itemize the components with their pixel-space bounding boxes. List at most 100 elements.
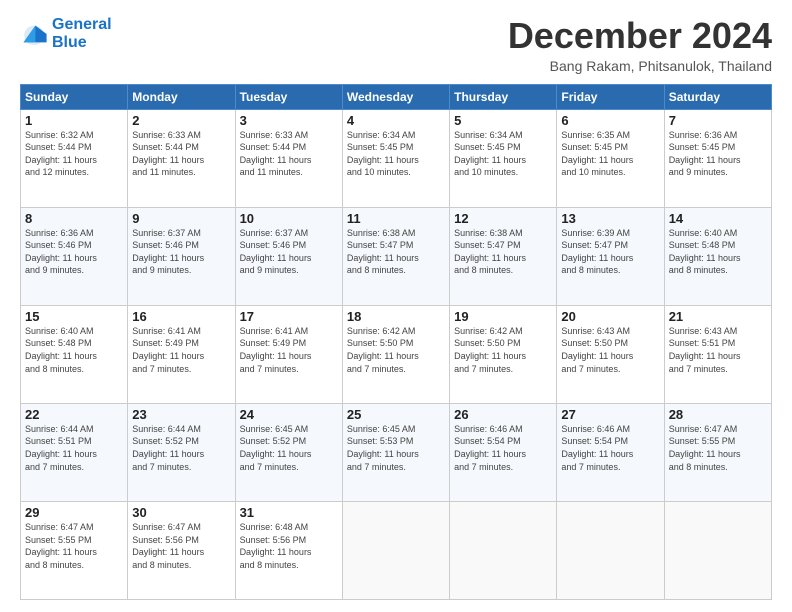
calendar-day-cell: 17Sunrise: 6:41 AMSunset: 5:49 PMDayligh…	[235, 305, 342, 403]
day-number: 13	[561, 211, 659, 226]
day-number: 17	[240, 309, 338, 324]
day-info: Sunrise: 6:41 AMSunset: 5:49 PMDaylight:…	[132, 325, 230, 375]
calendar-day-cell	[342, 501, 449, 599]
calendar-day-cell: 29Sunrise: 6:47 AMSunset: 5:55 PMDayligh…	[21, 501, 128, 599]
calendar-week-row: 22Sunrise: 6:44 AMSunset: 5:51 PMDayligh…	[21, 403, 772, 501]
day-number: 8	[25, 211, 123, 226]
logo-icon	[20, 20, 48, 48]
day-number: 30	[132, 505, 230, 520]
day-number: 19	[454, 309, 552, 324]
calendar-table: SundayMondayTuesdayWednesdayThursdayFrid…	[20, 84, 772, 600]
day-info: Sunrise: 6:43 AMSunset: 5:50 PMDaylight:…	[561, 325, 659, 375]
day-info: Sunrise: 6:47 AMSunset: 5:55 PMDaylight:…	[25, 521, 123, 571]
day-number: 15	[25, 309, 123, 324]
calendar-day-cell: 5Sunrise: 6:34 AMSunset: 5:45 PMDaylight…	[450, 109, 557, 207]
day-number: 6	[561, 113, 659, 128]
day-number: 1	[25, 113, 123, 128]
day-number: 27	[561, 407, 659, 422]
day-number: 5	[454, 113, 552, 128]
calendar-day-cell: 28Sunrise: 6:47 AMSunset: 5:55 PMDayligh…	[664, 403, 771, 501]
day-number: 4	[347, 113, 445, 128]
calendar-day-cell: 4Sunrise: 6:34 AMSunset: 5:45 PMDaylight…	[342, 109, 449, 207]
calendar-day-cell: 31Sunrise: 6:48 AMSunset: 5:56 PMDayligh…	[235, 501, 342, 599]
day-number: 18	[347, 309, 445, 324]
calendar-day-cell: 12Sunrise: 6:38 AMSunset: 5:47 PMDayligh…	[450, 207, 557, 305]
day-number: 2	[132, 113, 230, 128]
day-info: Sunrise: 6:34 AMSunset: 5:45 PMDaylight:…	[347, 129, 445, 179]
day-info: Sunrise: 6:38 AMSunset: 5:47 PMDaylight:…	[454, 227, 552, 277]
day-info: Sunrise: 6:36 AMSunset: 5:45 PMDaylight:…	[669, 129, 767, 179]
calendar-week-row: 29Sunrise: 6:47 AMSunset: 5:55 PMDayligh…	[21, 501, 772, 599]
calendar-day-cell: 9Sunrise: 6:37 AMSunset: 5:46 PMDaylight…	[128, 207, 235, 305]
day-info: Sunrise: 6:34 AMSunset: 5:45 PMDaylight:…	[454, 129, 552, 179]
calendar-day-cell: 25Sunrise: 6:45 AMSunset: 5:53 PMDayligh…	[342, 403, 449, 501]
calendar-day-cell: 11Sunrise: 6:38 AMSunset: 5:47 PMDayligh…	[342, 207, 449, 305]
calendar-day-cell: 16Sunrise: 6:41 AMSunset: 5:49 PMDayligh…	[128, 305, 235, 403]
day-info: Sunrise: 6:42 AMSunset: 5:50 PMDaylight:…	[454, 325, 552, 375]
day-info: Sunrise: 6:40 AMSunset: 5:48 PMDaylight:…	[25, 325, 123, 375]
day-info: Sunrise: 6:37 AMSunset: 5:46 PMDaylight:…	[132, 227, 230, 277]
day-number: 11	[347, 211, 445, 226]
calendar-day-cell: 8Sunrise: 6:36 AMSunset: 5:46 PMDaylight…	[21, 207, 128, 305]
calendar-week-row: 1Sunrise: 6:32 AMSunset: 5:44 PMDaylight…	[21, 109, 772, 207]
day-info: Sunrise: 6:38 AMSunset: 5:47 PMDaylight:…	[347, 227, 445, 277]
calendar-day-cell: 18Sunrise: 6:42 AMSunset: 5:50 PMDayligh…	[342, 305, 449, 403]
day-number: 20	[561, 309, 659, 324]
day-number: 7	[669, 113, 767, 128]
day-info: Sunrise: 6:39 AMSunset: 5:47 PMDaylight:…	[561, 227, 659, 277]
calendar-day-header: Tuesday	[235, 84, 342, 109]
day-info: Sunrise: 6:45 AMSunset: 5:52 PMDaylight:…	[240, 423, 338, 473]
day-number: 26	[454, 407, 552, 422]
title-block: December 2024 Bang Rakam, Phitsanulok, T…	[508, 16, 772, 74]
day-number: 9	[132, 211, 230, 226]
logo-text: General Blue	[52, 16, 112, 52]
day-info: Sunrise: 6:44 AMSunset: 5:52 PMDaylight:…	[132, 423, 230, 473]
calendar-day-header: Thursday	[450, 84, 557, 109]
calendar-day-cell: 7Sunrise: 6:36 AMSunset: 5:45 PMDaylight…	[664, 109, 771, 207]
page: General Blue December 2024 Bang Rakam, P…	[0, 0, 792, 612]
day-number: 14	[669, 211, 767, 226]
day-info: Sunrise: 6:46 AMSunset: 5:54 PMDaylight:…	[561, 423, 659, 473]
day-info: Sunrise: 6:33 AMSunset: 5:44 PMDaylight:…	[132, 129, 230, 179]
calendar-day-cell: 26Sunrise: 6:46 AMSunset: 5:54 PMDayligh…	[450, 403, 557, 501]
day-info: Sunrise: 6:47 AMSunset: 5:55 PMDaylight:…	[669, 423, 767, 473]
calendar-day-cell: 23Sunrise: 6:44 AMSunset: 5:52 PMDayligh…	[128, 403, 235, 501]
calendar-day-cell	[557, 501, 664, 599]
day-info: Sunrise: 6:42 AMSunset: 5:50 PMDaylight:…	[347, 325, 445, 375]
day-info: Sunrise: 6:41 AMSunset: 5:49 PMDaylight:…	[240, 325, 338, 375]
calendar-day-cell: 2Sunrise: 6:33 AMSunset: 5:44 PMDaylight…	[128, 109, 235, 207]
calendar-day-cell	[450, 501, 557, 599]
calendar-day-cell: 24Sunrise: 6:45 AMSunset: 5:52 PMDayligh…	[235, 403, 342, 501]
day-info: Sunrise: 6:45 AMSunset: 5:53 PMDaylight:…	[347, 423, 445, 473]
calendar-day-header: Friday	[557, 84, 664, 109]
location: Bang Rakam, Phitsanulok, Thailand	[508, 58, 772, 74]
calendar-day-cell: 14Sunrise: 6:40 AMSunset: 5:48 PMDayligh…	[664, 207, 771, 305]
day-number: 25	[347, 407, 445, 422]
day-info: Sunrise: 6:35 AMSunset: 5:45 PMDaylight:…	[561, 129, 659, 179]
header: General Blue December 2024 Bang Rakam, P…	[20, 16, 772, 74]
calendar-day-header: Wednesday	[342, 84, 449, 109]
calendar-day-cell: 1Sunrise: 6:32 AMSunset: 5:44 PMDaylight…	[21, 109, 128, 207]
logo: General Blue	[20, 16, 112, 52]
calendar-day-header: Sunday	[21, 84, 128, 109]
calendar-day-cell: 21Sunrise: 6:43 AMSunset: 5:51 PMDayligh…	[664, 305, 771, 403]
day-info: Sunrise: 6:36 AMSunset: 5:46 PMDaylight:…	[25, 227, 123, 277]
calendar-day-cell: 30Sunrise: 6:47 AMSunset: 5:56 PMDayligh…	[128, 501, 235, 599]
calendar-week-row: 8Sunrise: 6:36 AMSunset: 5:46 PMDaylight…	[21, 207, 772, 305]
day-info: Sunrise: 6:43 AMSunset: 5:51 PMDaylight:…	[669, 325, 767, 375]
day-info: Sunrise: 6:47 AMSunset: 5:56 PMDaylight:…	[132, 521, 230, 571]
day-info: Sunrise: 6:44 AMSunset: 5:51 PMDaylight:…	[25, 423, 123, 473]
day-info: Sunrise: 6:48 AMSunset: 5:56 PMDaylight:…	[240, 521, 338, 571]
calendar-day-cell: 6Sunrise: 6:35 AMSunset: 5:45 PMDaylight…	[557, 109, 664, 207]
calendar-day-cell: 22Sunrise: 6:44 AMSunset: 5:51 PMDayligh…	[21, 403, 128, 501]
day-number: 24	[240, 407, 338, 422]
day-info: Sunrise: 6:33 AMSunset: 5:44 PMDaylight:…	[240, 129, 338, 179]
calendar-day-cell: 15Sunrise: 6:40 AMSunset: 5:48 PMDayligh…	[21, 305, 128, 403]
calendar-day-cell: 19Sunrise: 6:42 AMSunset: 5:50 PMDayligh…	[450, 305, 557, 403]
day-number: 23	[132, 407, 230, 422]
day-number: 28	[669, 407, 767, 422]
calendar-day-cell: 13Sunrise: 6:39 AMSunset: 5:47 PMDayligh…	[557, 207, 664, 305]
calendar-day-cell: 3Sunrise: 6:33 AMSunset: 5:44 PMDaylight…	[235, 109, 342, 207]
day-number: 21	[669, 309, 767, 324]
calendar-day-cell: 27Sunrise: 6:46 AMSunset: 5:54 PMDayligh…	[557, 403, 664, 501]
